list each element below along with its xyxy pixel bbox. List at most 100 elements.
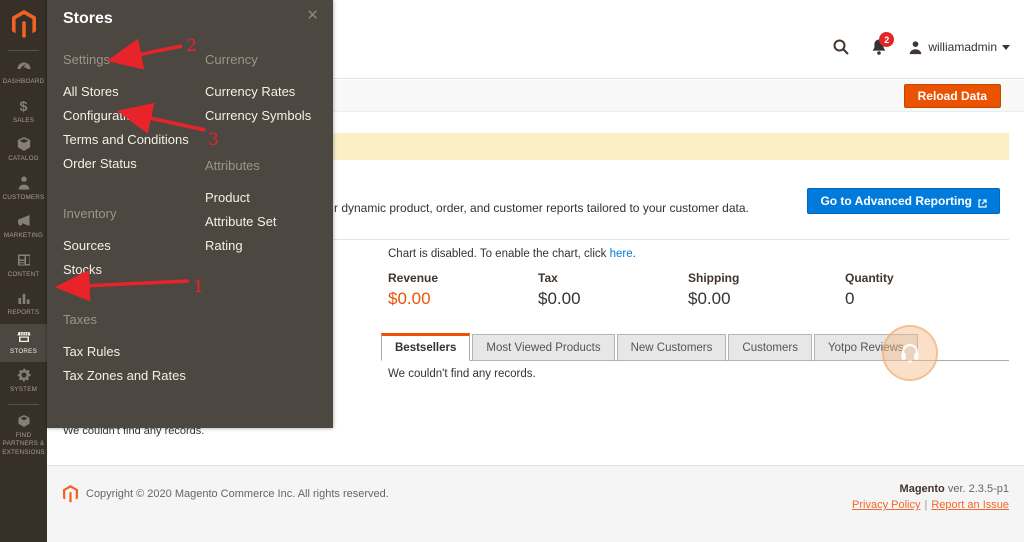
admin-sidebar: DASHBOARD $ SALES CATALOG CUSTOMERS MARK… [0, 0, 47, 542]
total-quantity: Quantity 0 [845, 271, 995, 309]
flyout-section-currency: Currency Currency Rates Currency Symbols [205, 52, 337, 128]
search-icon[interactable] [832, 38, 850, 56]
shipping-label: Shipping [688, 271, 838, 285]
sidebar-item-find-partners[interactable]: FIND PARTNERS & EXTENSIONS [0, 408, 47, 464]
magento-logo[interactable] [0, 0, 47, 47]
extensions-gift-icon [16, 413, 32, 429]
tax-value: $0.00 [538, 289, 688, 309]
flyout-section-inventory: Inventory Sources Stocks [63, 206, 195, 282]
sidebar-item-dashboard[interactable]: DASHBOARD [0, 54, 47, 93]
report-an-issue-link[interactable]: Report an Issue [931, 499, 1009, 511]
go-to-advanced-reporting-button[interactable]: Go to Advanced Reporting [807, 188, 1000, 214]
link-separator: | [924, 499, 927, 511]
quantity-value: 0 [845, 289, 995, 309]
section-header-settings: Settings [63, 52, 195, 68]
menu-item-attribute-set[interactable]: Attribute Set [205, 210, 337, 234]
sidebar-label: STORES [10, 348, 37, 357]
sidebar-label: REPORTS [8, 309, 40, 318]
stores-flyout-menu: Stores ✕ Settings All Stores Configurati… [47, 0, 333, 428]
section-header-taxes: Taxes [63, 312, 195, 328]
sidebar-item-reports[interactable]: REPORTS [0, 285, 47, 324]
enable-chart-link[interactable]: here [610, 248, 633, 260]
version-text: ver. 2.3.5-p1 [945, 483, 1009, 495]
close-icon[interactable]: ✕ [306, 8, 319, 23]
notification-count-badge: 2 [879, 32, 894, 47]
bar-chart-icon [16, 290, 32, 306]
menu-item-terms-and-conditions[interactable]: Terms and Conditions [63, 128, 195, 152]
tab-customers[interactable]: Customers [728, 334, 812, 361]
notifications-bell-icon[interactable]: 2 [870, 38, 888, 56]
section-header-currency: Currency [205, 52, 337, 68]
reload-data-button[interactable]: Reload Data [904, 84, 1001, 108]
menu-item-currency-symbols[interactable]: Currency Symbols [205, 104, 337, 128]
privacy-policy-link[interactable]: Privacy Policy [852, 499, 920, 511]
gear-icon [16, 367, 32, 383]
magento-footer-logo-icon [63, 485, 78, 502]
chart-disabled-message: Chart is disabled. To enable the chart, … [388, 248, 636, 260]
user-avatar-icon [908, 40, 923, 55]
sidebar-item-catalog[interactable]: CATALOG [0, 131, 47, 170]
advanced-reporting-description: r dynamic product, order, and customer r… [334, 201, 749, 215]
chart-message-prefix: Chart is disabled. To enable the chart, … [388, 248, 610, 260]
external-link-icon [978, 197, 987, 206]
chart-message-suffix: . [633, 248, 636, 260]
magento-logo-icon [12, 10, 36, 38]
sidebar-label: SYSTEM [10, 386, 37, 395]
menu-item-product[interactable]: Product [205, 186, 337, 210]
menu-item-order-status[interactable]: Order Status [63, 152, 195, 176]
sidebar-item-stores[interactable]: STORES [0, 324, 47, 363]
menu-item-rating[interactable]: Rating [205, 234, 337, 258]
dollar-icon: $ [20, 98, 28, 114]
tab-most-viewed-products[interactable]: Most Viewed Products [472, 334, 614, 361]
sidebar-item-system[interactable]: SYSTEM [0, 362, 47, 401]
quantity-label: Quantity [845, 271, 995, 285]
sidebar-label: DASHBOARD [3, 78, 45, 87]
menu-item-tax-rules[interactable]: Tax Rules [63, 340, 195, 364]
sidebar-item-customers[interactable]: CUSTOMERS [0, 170, 47, 209]
shipping-value: $0.00 [688, 289, 838, 309]
sidebar-item-marketing[interactable]: MARKETING [0, 208, 47, 247]
support-chat-bubble[interactable] [882, 325, 938, 381]
flyout-column-left: Settings All Stores Configuration Terms … [63, 52, 195, 418]
flyout-section-taxes: Taxes Tax Rules Tax Zones and Rates [63, 312, 195, 388]
sidebar-divider [8, 404, 39, 405]
sidebar-divider [8, 50, 39, 51]
sidebar-label: CATALOG [8, 155, 39, 164]
flyout-section-attributes: Attributes Product Attribute Set Rating [205, 158, 337, 258]
menu-item-currency-rates[interactable]: Currency Rates [205, 80, 337, 104]
menu-item-sources[interactable]: Sources [63, 234, 195, 258]
revenue-label: Revenue [388, 271, 538, 285]
menu-item-tax-zones-and-rates[interactable]: Tax Zones and Rates [63, 364, 195, 388]
sidebar-label: CUSTOMERS [3, 194, 45, 203]
customer-person-icon [16, 175, 32, 191]
tab-panel-empty-message: We couldn't find any records. [388, 368, 536, 380]
flyout-title: Stores [63, 10, 113, 28]
dashboard-gauge-icon [16, 59, 32, 75]
menu-item-stocks[interactable]: Stocks [63, 258, 195, 282]
chevron-down-icon [1002, 45, 1010, 50]
dashboard-totals: Revenue $0.00 Tax $0.00 Shipping $0.00 Q… [388, 271, 1009, 317]
menu-item-all-stores[interactable]: All Stores [63, 80, 195, 104]
total-revenue: Revenue $0.00 [388, 271, 538, 309]
sidebar-item-sales[interactable]: $ SALES [0, 93, 47, 132]
tab-bestsellers[interactable]: Bestsellers [381, 333, 470, 361]
flyout-section-settings: Settings All Stores Configuration Terms … [63, 52, 195, 176]
catalog-box-icon [16, 136, 32, 152]
section-header-attributes: Attributes [205, 158, 337, 174]
sidebar-label: FIND PARTNERS & EXTENSIONS [1, 432, 46, 458]
menu-item-configuration[interactable]: Configuration [63, 104, 195, 128]
total-tax: Tax $0.00 [538, 271, 688, 309]
storefront-icon [16, 329, 32, 345]
section-header-inventory: Inventory [63, 206, 195, 222]
headphones-icon [897, 340, 923, 366]
tab-new-customers[interactable]: New Customers [617, 334, 727, 361]
sidebar-label: SALES [13, 117, 34, 126]
user-menu[interactable]: williamadmin [908, 40, 1010, 55]
footer: Copyright © 2020 Magento Commerce Inc. A… [47, 465, 1024, 542]
tax-label: Tax [538, 271, 688, 285]
flyout-column-right: Currency Currency Rates Currency Symbols… [205, 52, 337, 288]
revenue-value: $0.00 [388, 289, 538, 309]
advanced-reporting-button-label: Go to Advanced Reporting [820, 194, 972, 208]
megaphone-icon [16, 213, 32, 229]
sidebar-item-content[interactable]: CONTENT [0, 247, 47, 286]
